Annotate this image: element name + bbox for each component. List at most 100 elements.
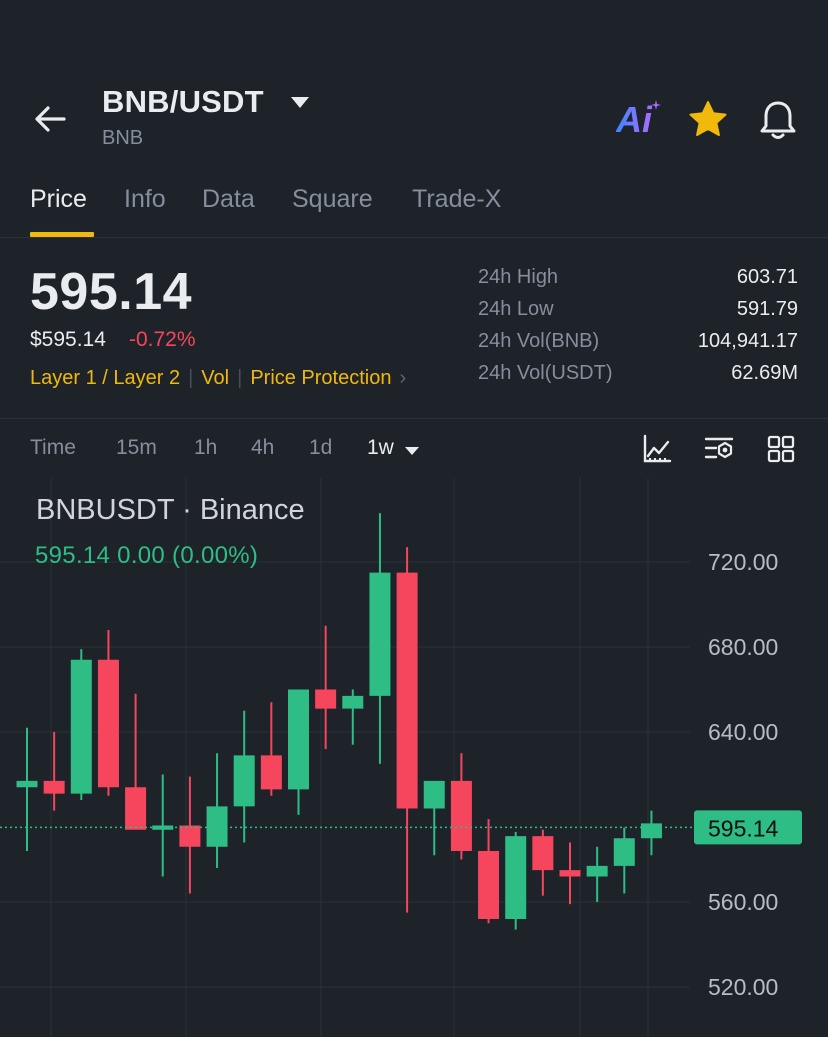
indicators-icon[interactable] xyxy=(642,434,672,464)
candle-body xyxy=(369,572,391,696)
alert-bell-icon[interactable] xyxy=(758,98,798,140)
chevron-right-icon[interactable]: › xyxy=(399,367,406,389)
candle-body xyxy=(505,836,527,919)
tag-row: Layer 1 / Layer 2 | Vol | Price Protection › xyxy=(30,367,406,390)
ai-sparkle-icon xyxy=(651,100,661,110)
candlestick[interactable] xyxy=(206,753,228,868)
timeframe-1h[interactable]: 1h xyxy=(194,436,217,460)
tab-trade-x[interactable]: Trade-X xyxy=(412,185,501,214)
pair-dropdown-icon[interactable] xyxy=(290,95,310,111)
stat-label: 24h Low xyxy=(478,298,554,320)
candlestick[interactable] xyxy=(369,513,391,764)
stat-24h-high: 24h High 603.71 xyxy=(478,266,798,298)
candle-body xyxy=(396,572,418,809)
candle-body xyxy=(613,838,635,866)
candlestick[interactable] xyxy=(70,649,92,800)
timeframe-1w[interactable]: 1w xyxy=(367,436,394,460)
candle-body xyxy=(640,823,662,839)
tag-price-protection[interactable]: Price Protection xyxy=(250,367,391,389)
candle-body xyxy=(532,836,554,871)
candlestick[interactable] xyxy=(342,689,364,745)
candlestick[interactable] xyxy=(260,702,282,796)
candlestick[interactable] xyxy=(16,727,38,851)
candlestick[interactable] xyxy=(586,846,608,902)
candlestick[interactable] xyxy=(613,827,635,894)
tag-category[interactable]: Layer 1 / Layer 2 xyxy=(30,367,180,389)
candlestick[interactable] xyxy=(152,774,174,877)
stats-panel: 24h High 603.71 24h Low 591.79 24h Vol(B… xyxy=(478,266,798,394)
tab-data[interactable]: Data xyxy=(202,185,255,214)
candle-body xyxy=(478,851,500,919)
candle-body xyxy=(43,780,65,794)
stat-value: 603.71 xyxy=(736,266,798,288)
candlestick[interactable] xyxy=(43,732,65,811)
candlestick[interactable] xyxy=(125,693,147,830)
candlestick[interactable] xyxy=(478,819,500,924)
current-price-tag-label: 595.14 xyxy=(708,815,779,841)
candle-body xyxy=(342,695,364,709)
candle-body xyxy=(233,755,255,807)
stat-label: 24h High xyxy=(478,266,559,288)
timeframe-1d[interactable]: 1d xyxy=(309,436,332,460)
price-change-percent: -0.72% xyxy=(129,328,196,351)
candlestick[interactable] xyxy=(559,842,581,905)
pair-subtitle: BNB xyxy=(102,127,144,149)
candle-body xyxy=(586,865,608,877)
pair-title[interactable]: BNB/USDT xyxy=(102,84,264,120)
y-axis-tick-label: 520.00 xyxy=(708,974,778,1000)
tab-info[interactable]: Info xyxy=(124,185,166,214)
candlestick[interactable] xyxy=(315,625,337,749)
timeframe-4h[interactable]: 4h xyxy=(251,436,274,460)
tag-divider: | xyxy=(237,367,243,389)
active-tab-indicator xyxy=(30,232,94,237)
y-axis-tick-label: 640.00 xyxy=(708,719,778,745)
candle-body xyxy=(450,780,472,851)
y-axis-tick-label: 720.00 xyxy=(708,549,778,575)
candlestick[interactable] xyxy=(179,776,201,894)
candlestick[interactable] xyxy=(423,780,445,856)
price-usd: $595.14 xyxy=(30,328,106,351)
chart-ohlc-readout: 595.14 0.00 (0.00%) xyxy=(35,542,259,569)
tag-divider: | xyxy=(188,367,194,389)
last-price: 595.14 xyxy=(30,263,193,321)
y-axis-tick-label: 560.00 xyxy=(708,889,778,915)
timeframe-time[interactable]: Time xyxy=(30,436,76,460)
stat-24h-vol-quote: 24h Vol(USDT) 62.69M xyxy=(478,362,798,394)
candle-body xyxy=(315,689,337,709)
tab-bar: Price Info Data Square Trade-X xyxy=(0,178,828,238)
candle-body xyxy=(559,870,581,877)
timeframe-15m[interactable]: 15m xyxy=(116,436,157,460)
tag-vol[interactable]: Vol xyxy=(201,367,229,389)
back-arrow-icon[interactable] xyxy=(30,100,70,140)
y-axis-tick-label: 680.00 xyxy=(708,634,778,660)
chart-symbol-title: BNBUSDT · Binance xyxy=(36,494,305,526)
timeframe-bar: Time 15m 1h 4h 1d 1w xyxy=(0,420,828,478)
layout-grid-icon[interactable] xyxy=(766,434,796,464)
favorite-star-icon[interactable] xyxy=(688,100,728,138)
chart-settings-icon[interactable] xyxy=(704,434,734,464)
candlestick[interactable] xyxy=(640,810,662,856)
ai-assistant-icon[interactable]: Ai xyxy=(616,100,652,140)
candlestick[interactable] xyxy=(233,710,255,843)
candle-body xyxy=(423,780,445,809)
timeframe-dropdown-icon[interactable] xyxy=(405,446,419,456)
candle-body xyxy=(288,689,309,790)
tab-square[interactable]: Square xyxy=(292,185,373,214)
candle-body xyxy=(70,659,92,794)
stat-value: 591.79 xyxy=(736,298,798,320)
candlestick[interactable] xyxy=(288,689,309,815)
candle-body xyxy=(125,787,147,830)
candlestick-chart[interactable]: 720.00 680.00 640.00 560.00 520.00 595.14 BNB… xyxy=(0,478,828,1037)
section-divider xyxy=(0,418,828,419)
candlestick[interactable] xyxy=(505,831,527,930)
stat-value: 62.69M xyxy=(731,362,798,384)
candlestick[interactable] xyxy=(532,829,554,896)
candlestick[interactable] xyxy=(97,630,119,796)
candle-body xyxy=(206,806,228,847)
header: BNB/USDT BNB Ai xyxy=(0,0,828,168)
stat-24h-low: 24h Low 591.79 xyxy=(478,298,798,330)
candlestick[interactable] xyxy=(396,547,418,913)
stat-label: 24h Vol(BNB) xyxy=(478,330,600,352)
tab-price[interactable]: Price xyxy=(30,185,87,214)
candle-body xyxy=(179,825,201,847)
